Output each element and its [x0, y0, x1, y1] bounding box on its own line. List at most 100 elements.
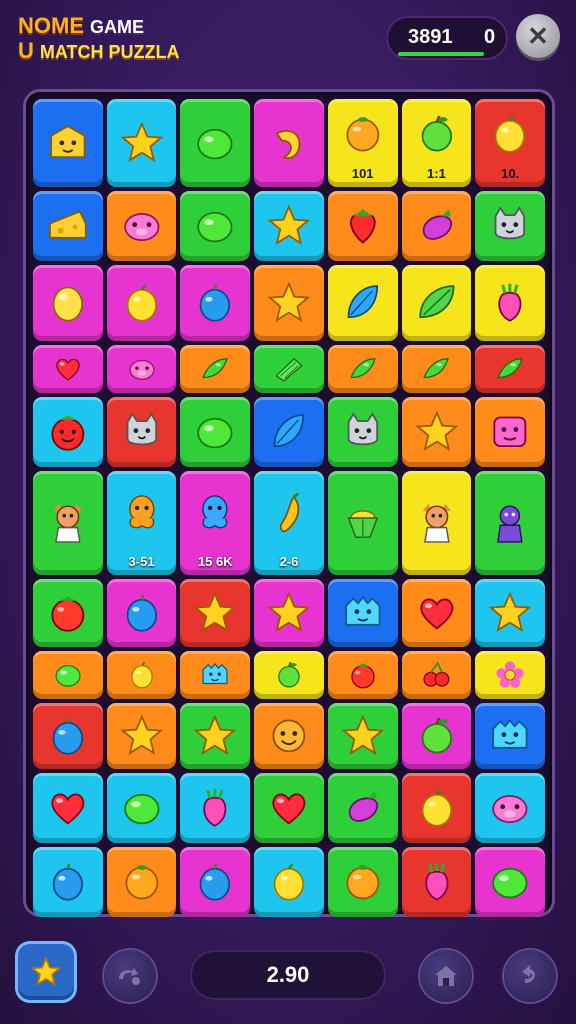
tile-heart[interactable]: [254, 773, 324, 843]
tile-star[interactable]: [254, 191, 324, 261]
apple-icon: [421, 115, 452, 152]
tile-apple[interactable]: 1:1: [401, 99, 472, 187]
tile-radish[interactable]: [401, 847, 472, 917]
tile-orange-creature[interactable]: 3-51: [106, 471, 177, 575]
tile-plum[interactable]: [180, 265, 251, 341]
tile-apple[interactable]: [254, 651, 324, 699]
tile-heart[interactable]: [33, 345, 103, 393]
tile-pig-face[interactable]: [106, 191, 177, 261]
tile-orange-fruit[interactable]: [106, 847, 177, 917]
tile-slime-face[interactable]: [475, 703, 545, 769]
lemon-icon: [273, 863, 305, 901]
star-button[interactable]: [18, 944, 74, 1000]
tile-tomato-face[interactable]: [33, 397, 103, 467]
tile-lemon[interactable]: [401, 773, 472, 843]
tile-cat-face[interactable]: [106, 397, 177, 467]
tile-cucumber[interactable]: [254, 345, 324, 393]
tile-flower[interactable]: [475, 651, 545, 699]
tile-cherry[interactable]: [401, 651, 472, 699]
home-button[interactable]: [420, 950, 472, 1002]
tile-pig-face[interactable]: [106, 345, 177, 393]
tile-pea-pod[interactable]: [180, 345, 251, 393]
score-panel: 3891 0: [386, 16, 508, 60]
tile-pig-face[interactable]: [475, 773, 545, 843]
fox-character-icon: [422, 503, 451, 543]
close-icon: ✕: [527, 20, 549, 51]
tile-blue-leaf[interactable]: [327, 265, 398, 341]
tile-lime[interactable]: [475, 847, 545, 917]
tile-pepper[interactable]: 2-6: [254, 471, 324, 575]
tile-plum[interactable]: [33, 703, 103, 769]
tile-potato[interactable]: [33, 265, 103, 341]
tile-star[interactable]: [327, 703, 398, 769]
close-button[interactable]: ✕: [516, 14, 560, 58]
radish-icon: [203, 788, 227, 827]
tile-pea-pod[interactable]: [401, 345, 472, 393]
tile-square-face[interactable]: [475, 397, 545, 467]
heart-icon: [51, 793, 85, 825]
tile-lime[interactable]: [180, 191, 251, 261]
tile-lime[interactable]: [33, 651, 103, 699]
tile-apple[interactable]: [401, 703, 472, 769]
tile-star[interactable]: [180, 703, 251, 769]
tile-lime[interactable]: [180, 99, 251, 187]
tile-heart[interactable]: [401, 579, 472, 647]
tile-fox-character[interactable]: [33, 471, 103, 575]
tile-leaf[interactable]: [401, 265, 472, 341]
tile-heart[interactable]: [33, 773, 103, 843]
tile-orange-fruit[interactable]: [327, 847, 398, 917]
eggplant-icon: [422, 209, 452, 240]
tile-fox-character[interactable]: [401, 471, 472, 575]
lime-icon: [55, 665, 81, 687]
tile-label: 101: [351, 166, 374, 181]
tile-smiley-face[interactable]: [254, 703, 324, 769]
tile-blue-leaf[interactable]: [254, 397, 324, 467]
tile-cat-face[interactable]: [475, 191, 545, 261]
tile-lime[interactable]: [106, 773, 177, 843]
tile-tomato[interactable]: [327, 651, 398, 699]
tile-pea-pod[interactable]: [327, 345, 398, 393]
tile-lemon[interactable]: [106, 265, 177, 341]
tile-lime[interactable]: [180, 397, 251, 467]
tile-strawberry[interactable]: [327, 191, 398, 261]
tile-radish[interactable]: [180, 773, 251, 843]
tile-star[interactable]: [106, 703, 177, 769]
banana-icon: [275, 130, 301, 160]
lime-icon: [197, 211, 233, 243]
tile-cat-face[interactable]: [327, 397, 398, 467]
tile-star[interactable]: [401, 397, 472, 467]
heart-icon: [419, 598, 453, 630]
tile-slime-face[interactable]: [180, 651, 251, 699]
star-icon: [341, 714, 385, 756]
tile-cheese[interactable]: [33, 191, 103, 261]
tile-blue-creature[interactable]: 15 6K: [180, 471, 251, 575]
tile-star[interactable]: [475, 579, 545, 647]
tile-plum[interactable]: [33, 847, 103, 917]
tile-eggplant[interactable]: [401, 191, 472, 261]
tile-plum[interactable]: [180, 847, 251, 917]
tile-lemon[interactable]: [106, 651, 177, 699]
tile-banana[interactable]: [254, 99, 324, 187]
tile-cheese-face[interactable]: [33, 99, 103, 187]
pig-face-icon: [129, 359, 155, 380]
tile-orange-fruit[interactable]: 101: [327, 99, 398, 187]
tile-pea-pod[interactable]: [475, 345, 545, 393]
tile-radish[interactable]: [475, 265, 545, 341]
tile-star[interactable]: [254, 579, 324, 647]
tile-purple-creature[interactable]: [475, 471, 545, 575]
tile-eggplant[interactable]: [327, 773, 398, 843]
shuffle-button[interactable]: [104, 950, 156, 1002]
tile-star[interactable]: [106, 99, 177, 187]
tile-star[interactable]: [254, 265, 324, 341]
undo-button[interactable]: [504, 950, 556, 1002]
star-icon: [193, 591, 237, 633]
tile-corn-creature[interactable]: [327, 471, 398, 575]
tile-slime-face[interactable]: [327, 579, 398, 647]
tile-lemon[interactable]: 10.: [475, 99, 545, 187]
tile-lemon[interactable]: [254, 847, 324, 917]
tile-tomato[interactable]: [33, 579, 103, 647]
slime-face-icon: [202, 662, 228, 685]
eggplant-icon: [348, 791, 378, 822]
tile-star[interactable]: [180, 579, 251, 647]
tile-plum[interactable]: [106, 579, 177, 647]
